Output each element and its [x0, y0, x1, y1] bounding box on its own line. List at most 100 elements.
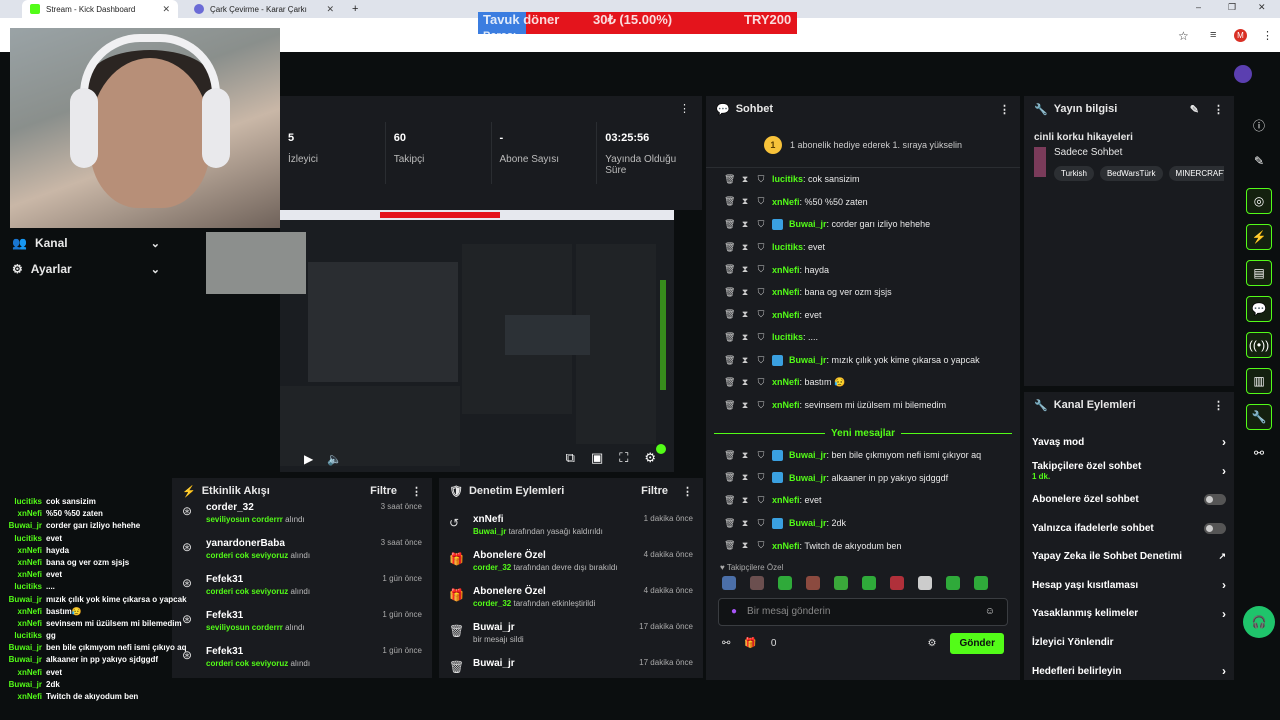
- emote-icon[interactable]: [890, 575, 904, 590]
- activity-item[interactable]: ⊛ yanardonerBaba corderi cok seviyoruz alı…: [172, 534, 432, 570]
- sidebar-item-ayarlar[interactable]: ⚙ Ayarlar ⌄: [0, 256, 172, 282]
- activity-item[interactable]: ⊛ Fefek31 corderi cok seviyoruz alındı 1 gü…: [172, 642, 432, 678]
- moderation-item[interactable]: 🗑 Buwai_jr 17 dakika önce: [439, 654, 703, 690]
- emote-icon[interactable]: [834, 575, 848, 590]
- chat-message[interactable]: 🗑 ⧗ ⛉ xnNefi: %50 %50 zaten: [706, 191, 1020, 214]
- channel-action-item[interactable]: Abonelere özel sohbet: [1024, 485, 1234, 514]
- profile-avatar[interactable]: M: [1234, 29, 1247, 42]
- timeout-icon[interactable]: ⧗: [740, 518, 750, 529]
- chat-message[interactable]: 🗑 ⧗ ⛉ Buwai_jr: ben bile çıkmıyom nefi ismi…: [706, 444, 1020, 467]
- mic-icon[interactable]: ●: [731, 606, 737, 617]
- gift-icon[interactable]: 🎁: [744, 638, 756, 649]
- delete-icon[interactable]: 🗑: [724, 377, 735, 388]
- more-options-icon[interactable]: ⋮: [679, 102, 690, 115]
- emote-icon[interactable]: [974, 575, 988, 590]
- channel-action-item[interactable]: Hesap yaşı kısıtlaması ›: [1024, 571, 1234, 600]
- support-headset-icon[interactable]: 🎧: [1243, 606, 1275, 638]
- chat-message[interactable]: 🗑 ⧗ ⛉ xnNefi: evet: [706, 489, 1020, 512]
- chat-message[interactable]: 🗑 ⧗ ⛉ lucitiks: evet: [706, 236, 1020, 259]
- timeout-icon[interactable]: ⧗: [740, 400, 750, 411]
- activity-item[interactable]: ⊛ Fefek31 corderi cok seviyoruz alındı 1 gü…: [172, 570, 432, 606]
- browser-menu-icon[interactable]: ⋮: [1262, 29, 1273, 42]
- moderation-actor[interactable]: corder_32: [473, 599, 511, 608]
- edit-icon[interactable]: ✎: [1190, 103, 1199, 116]
- tag[interactable]: MINERCRAFT: [1168, 166, 1224, 181]
- pip-icon[interactable]: ⧉: [566, 450, 575, 466]
- channel-action-item[interactable]: Yapay Zeka ile Sohbet Denetimi ↗: [1024, 542, 1234, 571]
- clip-icon[interactable]: ▣: [591, 450, 603, 466]
- more-options-icon[interactable]: ⋮: [411, 485, 422, 498]
- emote-icon[interactable]: [778, 575, 792, 590]
- chat-username[interactable]: xnNefi: [772, 495, 800, 505]
- timeout-icon[interactable]: ⧗: [740, 174, 750, 185]
- chat-message[interactable]: 🗑 ⧗ ⛉ lucitiks: ....: [706, 326, 1020, 349]
- delete-icon[interactable]: 🗑: [724, 400, 735, 411]
- activity-item[interactable]: ⊛ Fefek31 seviliyosun corderrr alındı 1 gün…: [172, 606, 432, 642]
- toggle-switch[interactable]: [1204, 522, 1226, 534]
- users-link-icon[interactable]: ⚯: [722, 638, 730, 649]
- tab-wheel[interactable]: Çark Çevirme - Karar Çarkı ✕: [186, 0, 342, 18]
- delete-icon[interactable]: 🗑: [724, 196, 735, 207]
- chat-message[interactable]: 🗑 ⧗ ⛉ xnNefi: hayda: [706, 258, 1020, 281]
- delete-icon[interactable]: 🗑: [724, 518, 735, 529]
- pencil-icon[interactable]: ✎: [1246, 148, 1272, 174]
- chat-message[interactable]: 🗑 ⧗ ⛉ lucitiks: cok sansizim: [706, 168, 1020, 191]
- delete-icon[interactable]: 🗑: [724, 287, 735, 298]
- volume-icon[interactable]: 🔈: [327, 452, 342, 466]
- moderation-item[interactable]: 🗑 Buwai_jr bir mesajı sildi 17 dakika önce: [439, 618, 703, 654]
- chat-username[interactable]: xnNefi: [772, 541, 800, 551]
- delete-icon[interactable]: 🗑: [724, 495, 735, 506]
- delete-icon[interactable]: 🗑: [724, 540, 735, 551]
- broadcast-icon[interactable]: ((•)): [1246, 332, 1272, 358]
- moderation-actor[interactable]: Buwai_jr: [473, 527, 506, 536]
- timeout-icon[interactable]: ⧗: [740, 540, 750, 551]
- moderation-item[interactable]: ↺ xnNefi Buwai_jr tarafından yasağı kaldır…: [439, 510, 703, 546]
- sidebar-item-kanal[interactable]: 👥 Kanal ⌄: [0, 230, 172, 256]
- settings-icon[interactable]: ⚙: [644, 450, 656, 466]
- chat-icon[interactable]: 💬: [1246, 296, 1272, 322]
- activity-filter-button[interactable]: Filtre: [370, 485, 397, 497]
- chat-message[interactable]: 🗑 ⧗ ⛉ xnNefi: Twitch de akıyodum ben: [706, 534, 1020, 557]
- delete-icon[interactable]: 🗑: [724, 472, 735, 483]
- info-icon[interactable]: ⓘ: [1246, 112, 1272, 138]
- chat-username[interactable]: xnNefi: [772, 287, 800, 297]
- emote-icon[interactable]: [918, 575, 932, 590]
- bookmark-star-icon[interactable]: ☆: [1178, 29, 1189, 43]
- emote-icon[interactable]: [722, 575, 736, 590]
- emote-icon[interactable]: [946, 575, 960, 590]
- pinned-gift-banner[interactable]: 1 1 abonelik hediye ederek 1. sıraya yük…: [706, 122, 1020, 168]
- delete-icon[interactable]: 🗑: [724, 355, 735, 366]
- activity-item[interactable]: ⊛ corder_32 seviliyosun corderrr alındı 3 s…: [172, 498, 432, 534]
- minimize-button[interactable]: –: [1196, 2, 1201, 12]
- chat-username[interactable]: xnNefi: [772, 197, 800, 207]
- chat-username[interactable]: Buwai_jr: [789, 518, 827, 528]
- chat-message[interactable]: 🗑 ⧗ ⛉ xnNefi: evet: [706, 304, 1020, 327]
- more-options-icon[interactable]: ⋮: [682, 485, 693, 498]
- chat-username[interactable]: Buwai_jr: [789, 355, 827, 365]
- document-icon[interactable]: ▤: [1246, 260, 1272, 286]
- delete-icon[interactable]: 🗑: [724, 219, 735, 230]
- moderation-item[interactable]: 🎁 Abonelere Özel corder_32 tarafından etki…: [439, 582, 703, 618]
- stream-preview[interactable]: ⧉ ▣ ⛶ ⚙ ▶ 🔈: [206, 210, 674, 472]
- timeout-icon[interactable]: ⧗: [740, 287, 750, 298]
- chat-username[interactable]: lucitiks: [772, 332, 803, 342]
- chat-message[interactable]: 🗑 ⧗ ⛉ xnNefi: bana og ver ozm sjsjs: [706, 281, 1020, 304]
- toggle-switch[interactable]: [1204, 493, 1226, 505]
- chat-message[interactable]: 🗑 ⧗ ⛉ Buwai_jr: 2dk: [706, 512, 1020, 535]
- timeout-icon[interactable]: ⧗: [740, 332, 750, 343]
- play-icon[interactable]: ▶: [304, 452, 313, 466]
- chat-username[interactable]: xnNefi: [772, 400, 800, 410]
- channel-action-item[interactable]: İzleyici Yönlendir: [1024, 628, 1234, 657]
- moderation-actor[interactable]: corder_32: [473, 563, 511, 572]
- moderation-item[interactable]: 🎁 Abonelere Özel corder_32 tarafından devr…: [439, 546, 703, 582]
- tag[interactable]: BedWarsTürk: [1099, 166, 1163, 181]
- chat-username[interactable]: xnNefi: [772, 377, 800, 387]
- chat-username[interactable]: xnNefi: [772, 265, 800, 275]
- delete-icon[interactable]: 🗑: [724, 450, 735, 461]
- more-options-icon[interactable]: ⋮: [1213, 103, 1224, 116]
- chat-message[interactable]: 🗑 ⧗ ⛉ xnNefi: bastım 😥: [706, 371, 1020, 394]
- chat-message[interactable]: 🗑 ⧗ ⛉ Buwai_jr: corder garı izliyo hehehe: [706, 213, 1020, 236]
- chat-username[interactable]: lucitiks: [772, 242, 803, 252]
- delete-icon[interactable]: 🗑: [724, 332, 735, 343]
- timeout-icon[interactable]: ⧗: [740, 355, 750, 366]
